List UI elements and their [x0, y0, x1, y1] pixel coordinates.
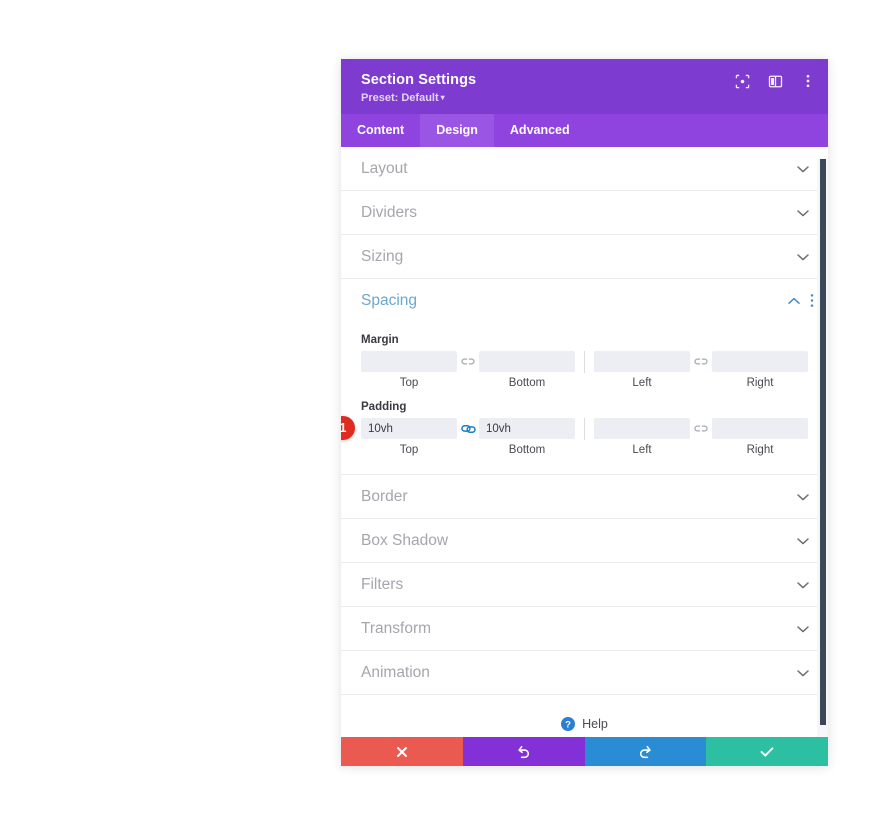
section-row-transform[interactable]: Transform [341, 607, 828, 652]
padding-left-input[interactable] [594, 418, 690, 440]
section-label-sizing: Sizing [361, 247, 404, 265]
padding-horizontal-link-icon[interactable] [690, 418, 712, 439]
step-badge-1: 1 [341, 416, 355, 441]
scrollbar-thumb[interactable] [820, 159, 826, 726]
margin-field-row: Top Bottom Left Right [361, 351, 808, 389]
header-icon-group [734, 73, 816, 89]
undo-button[interactable] [462, 737, 585, 766]
padding-bottom-field-wrap: Bottom [479, 418, 575, 456]
margin-group-label: Margin [361, 334, 399, 347]
padding-right-input[interactable] [712, 418, 808, 440]
action-bar [341, 737, 828, 766]
section-spacing-icons [787, 293, 814, 308]
margin-right-input[interactable] [712, 351, 808, 373]
section-spacing: Spacing Margin Top Bottom Left Right Pad… [341, 279, 828, 476]
chevron-down-icon [796, 534, 810, 548]
tab-content[interactable]: Content [341, 114, 420, 147]
redo-icon [640, 745, 652, 758]
section-label-filters: Filters [361, 575, 404, 593]
margin-vertical-pair: Top Bottom [361, 351, 575, 389]
focus-icon[interactable] [734, 73, 750, 89]
section-label-box-shadow: Box Shadow [361, 531, 449, 549]
padding-vertical-link-icon[interactable] [457, 418, 479, 439]
tab-design[interactable]: Design [420, 114, 494, 148]
margin-right-label: Right [746, 377, 774, 390]
chevron-up-icon[interactable] [787, 294, 801, 308]
section-label-layout: Layout [361, 159, 408, 177]
padding-right-field-wrap: Right [712, 418, 808, 456]
section-row-sizing[interactable]: Sizing [341, 235, 828, 280]
section-label-border: Border [361, 487, 408, 505]
preset-dropdown[interactable]: Preset: Default ▾ [361, 92, 812, 105]
section-row-filters[interactable]: Filters [341, 563, 828, 608]
help-row[interactable]: ? Help [341, 695, 828, 737]
margin-bottom-input[interactable] [479, 351, 575, 373]
settings-scroll-area: Layout Dividers Sizing Spacing Margin To… [341, 147, 828, 737]
spacing-content: Margin Top Bottom Left Right Padding 1 1… [341, 322, 828, 474]
padding-right-label: Right [746, 444, 774, 457]
margin-top-label: Top [399, 377, 419, 390]
padding-left-label: Left [632, 444, 652, 457]
margin-top-field-wrap: Top [361, 351, 457, 389]
chevron-down-icon [796, 578, 810, 592]
cancel-button[interactable] [341, 737, 463, 766]
padding-top-input[interactable] [361, 418, 457, 440]
margin-vertical-link-icon[interactable] [457, 351, 479, 372]
margin-horizontal-pair: Left Right [594, 351, 808, 389]
padding-top-label: Top [399, 444, 419, 457]
margin-left-label: Left [632, 377, 652, 390]
margin-bottom-label: Bottom [508, 377, 546, 390]
times-icon [396, 746, 407, 757]
section-row-border[interactable]: Border [341, 475, 828, 520]
margin-divider [584, 351, 585, 374]
help-label: Help [582, 717, 608, 732]
undo-icon [517, 745, 529, 758]
screenshot-canvas: Section Settings Preset: Default ▾ Conte… [0, 0, 880, 825]
margin-horizontal-link-icon[interactable] [690, 351, 712, 372]
section-settings-panel: Section Settings Preset: Default ▾ Conte… [341, 59, 828, 766]
margin-left-field-wrap: Left [594, 351, 690, 389]
padding-bottom-label: Bottom [508, 444, 546, 457]
padding-vertical-pair: Top Bottom [361, 418, 575, 456]
chevron-down-icon [796, 666, 810, 680]
section-row-animation[interactable]: Animation [341, 651, 828, 696]
split-view-icon[interactable] [767, 73, 783, 89]
save-button[interactable] [706, 737, 828, 766]
padding-top-field-wrap: Top [361, 418, 457, 456]
chevron-down-icon: ▾ [440, 93, 445, 103]
section-row-box-shadow[interactable]: Box Shadow [341, 519, 828, 564]
section-options-icon[interactable] [810, 293, 814, 308]
tab-advanced[interactable]: Advanced [494, 114, 586, 147]
section-label-spacing: Spacing [361, 291, 418, 309]
padding-bottom-input[interactable] [479, 418, 575, 440]
margin-right-field-wrap: Right [712, 351, 808, 389]
section-label-dividers: Dividers [361, 203, 417, 221]
chevron-down-icon [796, 490, 810, 504]
margin-bottom-field-wrap: Bottom [479, 351, 575, 389]
section-label-animation: Animation [361, 663, 430, 681]
padding-divider [584, 418, 585, 441]
padding-field-row: 1 Top [341, 416, 808, 456]
margin-top-input[interactable] [361, 351, 457, 373]
panel-header: Section Settings Preset: Default ▾ [341, 59, 828, 115]
section-row-spacing[interactable]: Spacing [341, 279, 828, 322]
chevron-down-icon [796, 206, 810, 220]
margin-left-input[interactable] [594, 351, 690, 373]
svg-text:?: ? [565, 720, 571, 731]
chevron-down-icon [796, 162, 810, 176]
padding-left-field-wrap: Left [594, 418, 690, 456]
chevron-down-icon [796, 250, 810, 264]
section-row-layout[interactable]: Layout [341, 147, 828, 192]
padding-horizontal-pair: Left Right [594, 418, 808, 456]
question-circle-icon: ? [561, 717, 576, 732]
check-icon [760, 746, 774, 757]
redo-button[interactable] [584, 737, 707, 766]
chevron-down-icon [796, 622, 810, 636]
section-row-dividers[interactable]: Dividers [341, 191, 828, 236]
tab-bar: Content Design Advanced [341, 114, 828, 148]
section-label-transform: Transform [361, 619, 432, 637]
more-options-icon[interactable] [800, 73, 816, 89]
padding-group-label: Padding [361, 401, 407, 414]
preset-label: Preset: Default [361, 92, 439, 105]
